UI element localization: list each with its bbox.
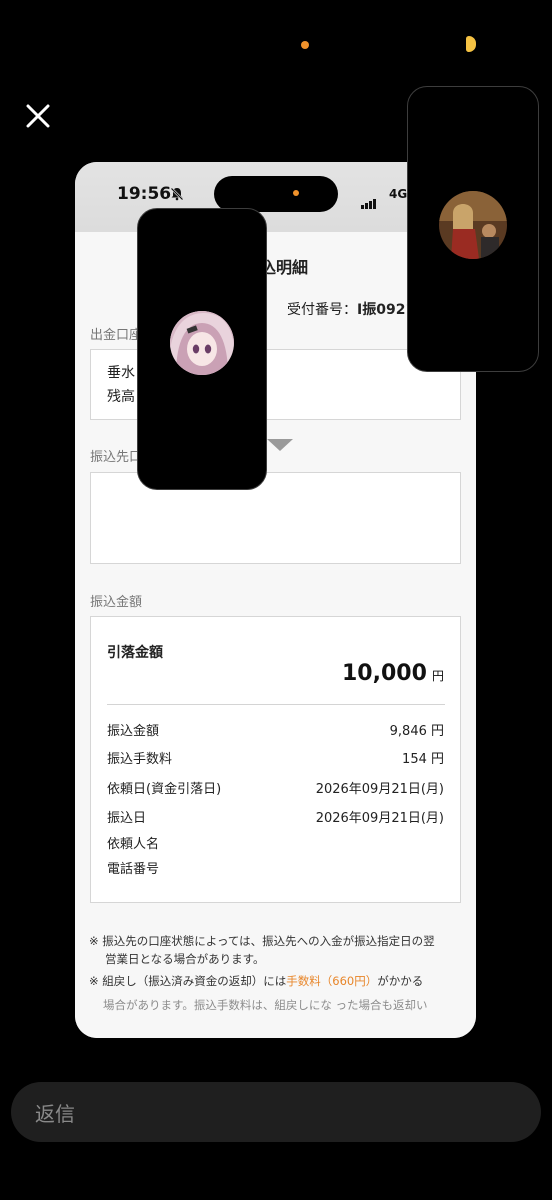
to-account-label: 振込先口 (90, 450, 143, 465)
avatar (439, 191, 507, 259)
withdrawal-value: 10,000 (341, 661, 427, 686)
close-icon (26, 104, 50, 128)
page-title: 込明細 (260, 258, 309, 277)
note-1-line2: 営業日となる場合があります。 (105, 952, 265, 966)
dynamic-island (214, 176, 338, 212)
row-value: 2026年09月21日(月) (315, 811, 444, 826)
from-account-label: 出金口座 (90, 328, 143, 343)
bell-slash-icon (170, 187, 184, 204)
close-button[interactable] (22, 100, 54, 132)
network-type: 4G (389, 187, 408, 201)
row-label: 依頼日(資金引落日) (107, 782, 222, 797)
row-value: 9,846 円 (389, 724, 444, 739)
row-label: 依頼人名 (107, 837, 160, 852)
reply-placeholder: 返信 (35, 1102, 75, 1126)
amount-section-label: 振込金額 (90, 595, 143, 610)
receipt-number: 受付番号：I振0921 (287, 299, 415, 319)
video-call-tile-1[interactable] (137, 208, 267, 490)
video-call-tile-2[interactable] (407, 86, 539, 372)
note-2-suffix: がかかる (377, 974, 424, 988)
note-2-line2: 場合があります。振込手数料は、組戻しにな った場合も返却い (103, 998, 428, 1012)
island-privacy-dot (293, 190, 299, 196)
arrow-down-icon (267, 439, 293, 451)
divider (107, 704, 445, 705)
from-account-line2: 残高 (107, 389, 135, 405)
redaction-mark (95, 503, 285, 527)
note-mark: ※ (89, 974, 99, 988)
note-1-line1: 振込先の口座状態によっては、振込先への入金が振込指定日の翌 (102, 934, 435, 948)
row-label: 振込金額 (107, 724, 160, 739)
withdrawal-amount: 10,000 円 (342, 661, 444, 686)
row-label: 電話番号 (107, 862, 160, 877)
receipt-label: 受付番号： (287, 302, 357, 318)
amount-box: 引落金額 10,000 円 振込金額 9,846 円 振込手数料 154 円 依… (90, 616, 461, 903)
fee-link[interactable]: 手数料（660円） (286, 974, 377, 988)
row-value: 2026年09月21日(月) (315, 782, 444, 797)
note-mark: ※ (89, 934, 99, 948)
recording-indicator-dot (301, 41, 309, 49)
note-1: ※ 振込先の口座状態によっては、振込先への入金が振込指定日の翌 営業日となる場合… (89, 932, 461, 968)
withdrawal-yen: 円 (431, 669, 444, 683)
status-time: 19:56 (117, 184, 172, 204)
row-label: 振込手数料 (107, 752, 173, 767)
from-account-line1: 垂水 (107, 365, 135, 381)
withdrawal-label: 引落金額 (107, 645, 163, 661)
avatar (170, 311, 234, 375)
redaction-mark (105, 525, 205, 543)
reply-input[interactable]: 返信 (11, 1082, 541, 1142)
row-label: 振込日 (107, 811, 147, 826)
battery-indicator-icon (466, 36, 476, 52)
note-2-prefix: 組戻し（振込済み資金の返却）には (102, 974, 287, 988)
row-value: 154 円 (402, 752, 444, 767)
note-2: ※ 組戻し（振込済み資金の返却）には手数料（660円）がかかる (89, 972, 461, 990)
signal-bars-icon (361, 190, 377, 209)
